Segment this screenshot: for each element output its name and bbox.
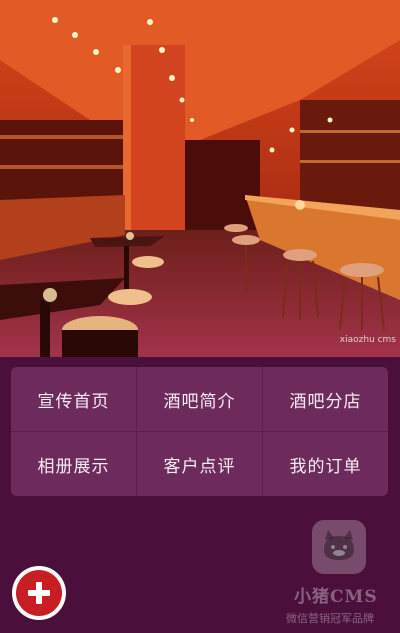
brand-slogan: 微信营销冠军品牌 (286, 612, 374, 625)
hero-watermark: xiaozhu cms (339, 335, 396, 345)
add-button[interactable] (16, 570, 62, 616)
menu-item-branches[interactable]: 酒吧分店 (263, 367, 388, 431)
hero-image: xiaozhu cms (0, 0, 400, 357)
plus-icon (28, 582, 50, 604)
bar-photo (0, 0, 400, 357)
main-menu: 宣传首页 酒吧简介 酒吧分店 相册展示 客户点评 我的订单 (11, 367, 388, 496)
pig-face (324, 530, 354, 560)
menu-item-reviews[interactable]: 客户点评 (137, 432, 262, 496)
brand-name: 小猪CMS (294, 587, 378, 607)
pig-logo-icon (312, 520, 366, 574)
menu-item-bar-intro[interactable]: 酒吧简介 (137, 367, 262, 431)
menu-item-home[interactable]: 宣传首页 (11, 367, 136, 431)
menu-item-my-orders[interactable]: 我的订单 (263, 432, 388, 496)
menu-item-gallery[interactable]: 相册展示 (11, 432, 136, 496)
